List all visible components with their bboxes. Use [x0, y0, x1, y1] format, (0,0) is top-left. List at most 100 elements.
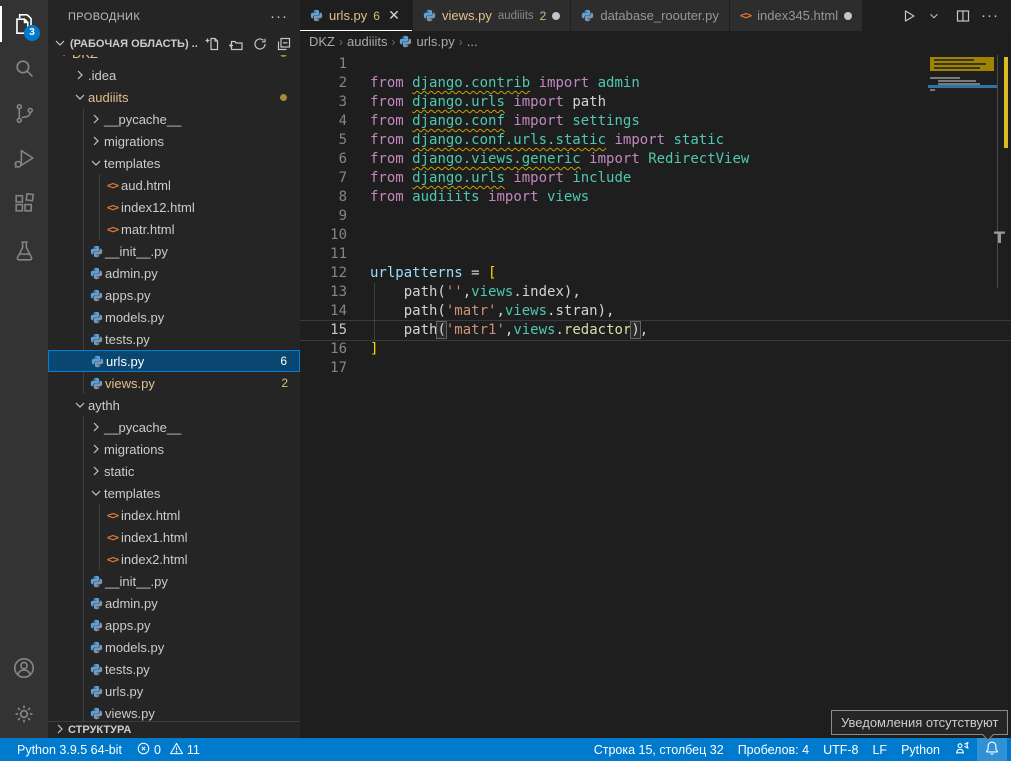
- tree-item-__pycache__[interactable]: __pycache__: [48, 108, 300, 130]
- encoding-indicator[interactable]: UTF-8: [816, 738, 865, 761]
- breadcrumb-item[interactable]: urls.py: [416, 34, 454, 49]
- tree-item-models.py[interactable]: models.py: [48, 636, 300, 658]
- tab-index345.html[interactable]: <>index345.html: [730, 0, 862, 31]
- breadcrumb-item[interactable]: audiiits: [347, 34, 387, 49]
- more-actions-icon[interactable]: ···: [981, 7, 999, 24]
- eol-indicator[interactable]: LF: [865, 738, 894, 761]
- tree-item-index1.html[interactable]: <>index1.html: [48, 526, 300, 548]
- chevron-down-icon: [88, 155, 104, 171]
- problems-indicator[interactable]: 0 11: [129, 738, 207, 761]
- tree-item-index12.html[interactable]: <>index12.html: [48, 196, 300, 218]
- code-line-3[interactable]: 3from django.urls import path: [300, 93, 927, 112]
- tree-item-.idea[interactable]: .idea: [48, 64, 300, 86]
- code-line-8[interactable]: 8from audiiits import views: [300, 188, 927, 207]
- tree-item-DKZ[interactable]: DKZ: [48, 55, 300, 64]
- tab-database_roouter.py[interactable]: database_roouter.py: [571, 0, 729, 31]
- python-file-icon: [88, 573, 105, 589]
- minimap-code-streak: [934, 67, 980, 69]
- python-interpreter-indicator[interactable]: Python 3.9.5 64-bit: [10, 738, 129, 761]
- tab-views.py[interactable]: views.pyaudiiits2: [413, 0, 570, 31]
- code-line-11[interactable]: 11: [300, 245, 927, 264]
- tree-item-views.py[interactable]: views.py: [48, 702, 300, 721]
- breadcrumb[interactable]: DKZ›audiiits›urls.py›...: [300, 31, 1011, 52]
- code-line-15[interactable]: 15 path('matr1',views.redactor),: [300, 321, 927, 340]
- tree-item-matr.html[interactable]: <>matr.html: [48, 218, 300, 240]
- tree-item-__pycache__[interactable]: __pycache__: [48, 416, 300, 438]
- tree-item-static[interactable]: static: [48, 460, 300, 482]
- tree-item-apps.py[interactable]: apps.py: [48, 614, 300, 636]
- minimap[interactable]: [928, 52, 998, 292]
- tree-item-urls.py[interactable]: urls.py6: [48, 350, 300, 372]
- tree-item-label: tests.py: [105, 332, 150, 347]
- code-line-9[interactable]: 9: [300, 207, 927, 226]
- tree-item-__init__.py[interactable]: __init__.py: [48, 570, 300, 592]
- breadcrumb-item[interactable]: DKZ: [309, 34, 335, 49]
- run-python-file-icon[interactable]: [901, 8, 917, 24]
- language-mode-indicator[interactable]: Python: [894, 738, 947, 761]
- activity-bar-item-settings-gear[interactable]: [0, 692, 48, 736]
- code-line-14[interactable]: 14 path('matr',views.stran),: [300, 302, 927, 321]
- status-bar: Python 3.9.5 64-bit 0 11 Строка 15, стол…: [0, 738, 1011, 761]
- minimap-code-line: [930, 89, 935, 91]
- code-line-6[interactable]: 6from django.views.generic import Redire…: [300, 150, 927, 169]
- tree-item-admin.py[interactable]: admin.py: [48, 592, 300, 614]
- tree-item-migrations[interactable]: migrations: [48, 438, 300, 460]
- cursor-position-indicator[interactable]: Строка 15, столбец 32: [587, 738, 731, 761]
- outline-section-header[interactable]: СТРУКТУРА: [48, 721, 300, 738]
- activity-bar-item-testing-beaker[interactable]: [0, 229, 48, 273]
- split-editor-icon[interactable]: [955, 8, 971, 24]
- code-line-4[interactable]: 4from django.conf import settings: [300, 112, 927, 131]
- tree-item-index.html[interactable]: <>index.html: [48, 504, 300, 526]
- tree-item-templates[interactable]: templates: [48, 152, 300, 174]
- activity-bar-item-account[interactable]: [0, 646, 48, 690]
- chevron-down-icon[interactable]: [927, 9, 941, 23]
- new-folder-icon[interactable]: [228, 36, 244, 52]
- activity-bar-item-source-control[interactable]: [0, 91, 48, 135]
- breadcrumb-item[interactable]: ...: [467, 34, 478, 49]
- activity-bar-item-extensions[interactable]: [0, 181, 48, 225]
- workspace-section-header[interactable]: (РАБОЧАЯ ОБЛАСТЬ) ...: [48, 33, 300, 55]
- activity-bar-item-run-and-debug[interactable]: [0, 136, 48, 180]
- python-file-icon: [88, 639, 105, 655]
- tree-item-apps.py[interactable]: apps.py: [48, 284, 300, 306]
- close-icon[interactable]: ✕: [386, 7, 402, 24]
- indentation-indicator[interactable]: Пробелов: 4: [731, 738, 816, 761]
- code-line-16[interactable]: 16]: [300, 340, 927, 359]
- activity-bar-item-explorer-files[interactable]: 3: [0, 2, 48, 46]
- tree-item-tests.py[interactable]: tests.py: [48, 328, 300, 350]
- notifications-bell-button[interactable]: [977, 738, 1007, 761]
- tree-item-audiiits[interactable]: audiiits: [48, 86, 300, 108]
- code-line-10[interactable]: 10: [300, 226, 927, 245]
- code-line-2[interactable]: 2from django.contrib import admin: [300, 74, 927, 93]
- python-file-icon: [89, 353, 106, 369]
- new-file-icon[interactable]: [204, 36, 220, 52]
- tree-item-models.py[interactable]: models.py: [48, 306, 300, 328]
- tree-item-tests.py[interactable]: tests.py: [48, 658, 300, 680]
- code-editor[interactable]: 12from django.contrib import admin3from …: [300, 52, 1011, 738]
- tree-item-label: admin.py: [105, 596, 158, 611]
- code-line-7[interactable]: 7from django.urls import include: [300, 169, 927, 188]
- tree-item-templates[interactable]: templates: [48, 482, 300, 504]
- code-line-1[interactable]: 1: [300, 55, 927, 74]
- scrollbar[interactable]: [997, 55, 998, 288]
- tree-item-aythh[interactable]: aythh: [48, 394, 300, 416]
- refresh-icon[interactable]: [252, 36, 268, 52]
- code-line-12[interactable]: 12urlpatterns = [: [300, 264, 927, 283]
- feedback-button[interactable]: [947, 738, 977, 761]
- activity-bar-item-search[interactable]: [0, 46, 48, 90]
- tab-urls.py[interactable]: urls.py6✕: [300, 0, 412, 31]
- python-file-icon: [88, 265, 105, 281]
- sidebar-more-actions-icon[interactable]: ···: [270, 8, 288, 25]
- notifications-tooltip: Уведомления отсутствуют: [831, 710, 1008, 735]
- tree-item-admin.py[interactable]: admin.py: [48, 262, 300, 284]
- code-line-13[interactable]: 13 path('',views.index),: [300, 283, 927, 302]
- tree-item-aud.html[interactable]: <>aud.html: [48, 174, 300, 196]
- tree-item-urls.py[interactable]: urls.py: [48, 680, 300, 702]
- tree-item-index2.html[interactable]: <>index2.html: [48, 548, 300, 570]
- collapse-all-icon[interactable]: [276, 36, 292, 52]
- code-line-5[interactable]: 5from django.conf.urls.static import sta…: [300, 131, 927, 150]
- tree-item-__init__.py[interactable]: __init__.py: [48, 240, 300, 262]
- tree-item-migrations[interactable]: migrations: [48, 130, 300, 152]
- tree-item-views.py[interactable]: views.py2: [48, 372, 300, 394]
- code-line-17[interactable]: 17: [300, 359, 927, 378]
